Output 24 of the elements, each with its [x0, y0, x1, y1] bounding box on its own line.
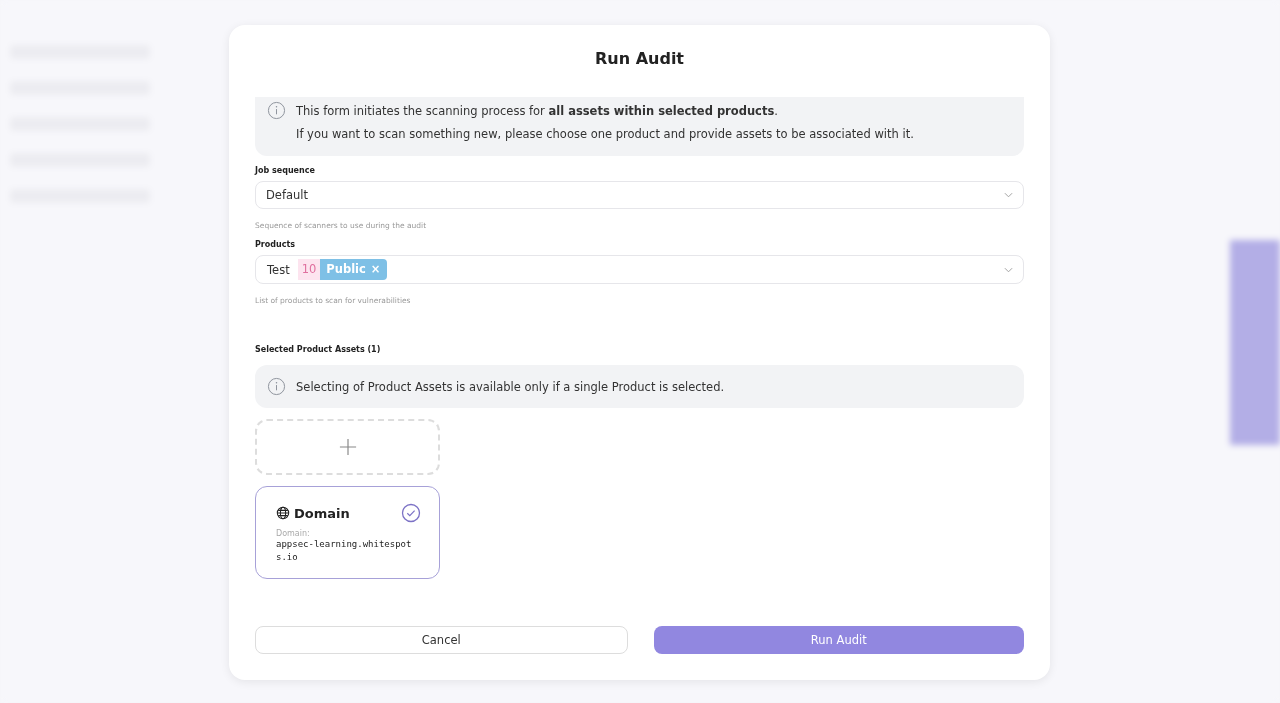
dialog-title: Run Audit: [594, 49, 685, 70]
product-name: Test: [266, 262, 291, 277]
asset-field-label: Domain:: [276, 529, 311, 538]
plus-icon: [338, 438, 357, 456]
job-sequence-select[interactable]: Default: [255, 181, 1024, 209]
field-label: Products: [255, 240, 296, 249]
product-count: 10: [297, 259, 321, 280]
info-text: If you want to scan something new, please choose one product and provide assets to be associated with it.: [296, 126, 914, 142]
info-icon: [267, 377, 286, 396]
section-label: Selected Product Assets (1): [255, 345, 381, 354]
cancel-button[interactable]: Cancel: [255, 626, 628, 654]
asset-value: appsec-learning.whitespots.io: [276, 538, 413, 564]
info-text: Selecting of Product Assets is available only if a single Product is selected.: [296, 378, 725, 395]
visibility-tag: Public ×: [320, 259, 387, 280]
chevron-down-icon: [1004, 266, 1013, 273]
add-asset-button[interactable]: [255, 419, 440, 475]
globe-icon: [276, 506, 290, 520]
info-text: This form initiates the scanning process for all assets within selected products.: [296, 103, 779, 119]
chevron-down-icon: [1004, 192, 1013, 198]
field-label: Job sequence: [255, 166, 315, 175]
asset-card[interactable]: Domain Domain: appsec-learning.whitespots.io: [255, 486, 440, 579]
products-select[interactable]: Test 10 Public ×: [255, 255, 1024, 284]
info-icon: [267, 101, 286, 120]
asset-type: Domain: [294, 505, 351, 521]
